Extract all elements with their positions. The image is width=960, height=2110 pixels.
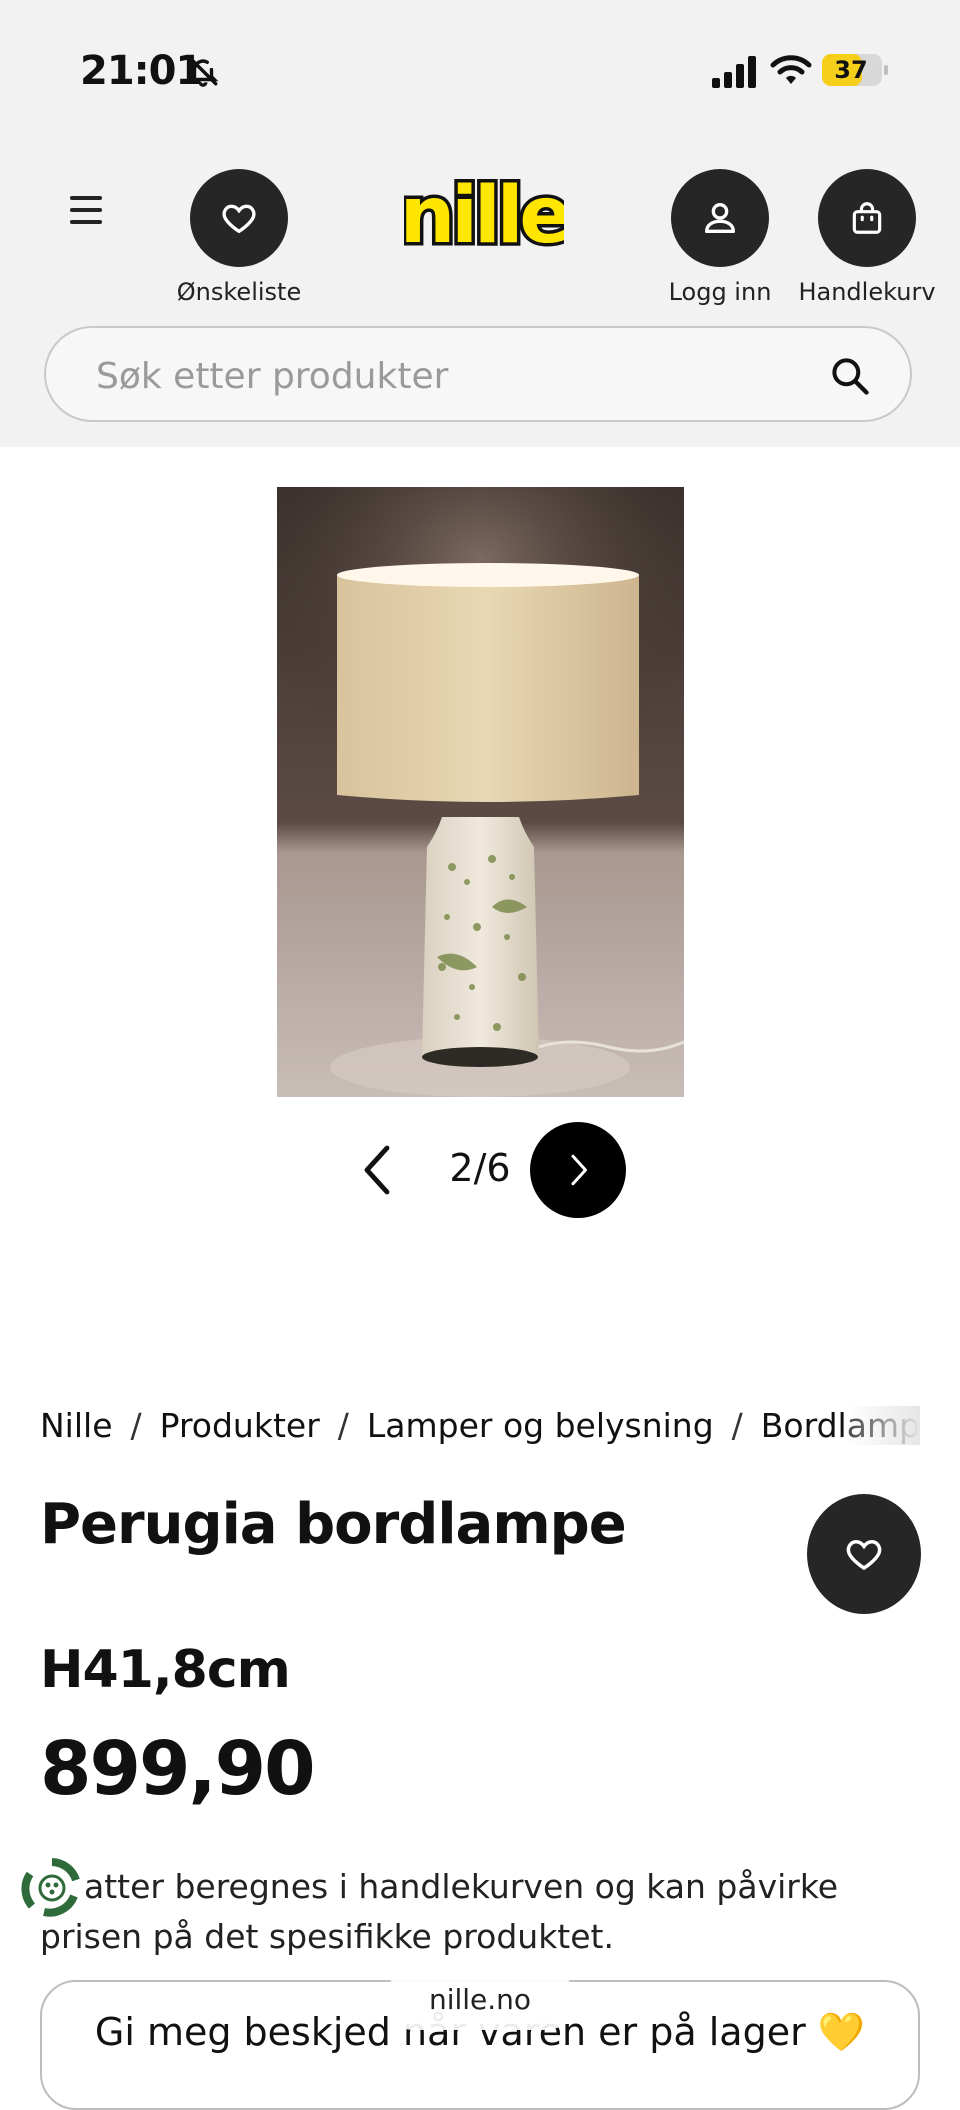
breadcrumb-nille[interactable]: Nille bbox=[40, 1406, 113, 1445]
breadcrumb-produkter[interactable]: Produkter bbox=[160, 1406, 320, 1445]
breadcrumb-lamper[interactable]: Lamper og belysning bbox=[367, 1406, 714, 1445]
next-image-button[interactable] bbox=[530, 1122, 626, 1218]
nille-logo[interactable]: nille bbox=[404, 176, 564, 260]
recycle-badge-icon[interactable] bbox=[18, 1854, 86, 1922]
chevron-left-icon bbox=[364, 1145, 390, 1195]
search-icon[interactable] bbox=[828, 354, 872, 398]
battery-icon: 37 bbox=[822, 54, 888, 86]
wishlist-label[interactable]: Ønskeliste bbox=[159, 278, 319, 306]
shopping-bag-icon bbox=[852, 202, 882, 234]
product-size: H41,8cm bbox=[40, 1640, 291, 1700]
menu-button[interactable] bbox=[70, 196, 114, 236]
logo-text: nille bbox=[404, 176, 564, 260]
add-to-wishlist-button[interactable] bbox=[807, 1494, 921, 1614]
bell-slash-icon bbox=[188, 56, 219, 87]
search-input[interactable] bbox=[94, 346, 798, 406]
login-button[interactable] bbox=[671, 169, 769, 267]
status-time: 21:01 bbox=[80, 48, 203, 94]
cart-label[interactable]: Handlekurv bbox=[787, 278, 947, 306]
previous-image-button[interactable] bbox=[354, 1140, 404, 1200]
user-icon bbox=[705, 203, 735, 233]
price-info-text: atter beregnes i handlekurven og kan påv… bbox=[40, 1867, 839, 1956]
signal-icon bbox=[712, 56, 756, 88]
product-image[interactable] bbox=[277, 487, 684, 1097]
search-bar bbox=[44, 326, 912, 422]
battery-level: 37 bbox=[834, 56, 868, 84]
product-title: Perugia bordlampe bbox=[40, 1492, 627, 1557]
chevron-right-icon bbox=[571, 1154, 587, 1186]
login-label[interactable]: Logg inn bbox=[640, 278, 800, 306]
hamburger-icon bbox=[70, 196, 102, 200]
breadcrumb: Nille / Produkter / Lamper og belysning / Bord… bbox=[40, 1406, 920, 1445]
wifi-icon bbox=[770, 55, 812, 84]
cart-button[interactable] bbox=[818, 169, 916, 267]
heart-icon bbox=[222, 204, 256, 234]
heart-icon bbox=[846, 1539, 882, 1571]
wishlist-button[interactable] bbox=[190, 169, 288, 267]
product-price: 899,90 bbox=[40, 1726, 316, 1812]
browser-url[interactable]: nille.no bbox=[384, 1970, 576, 2030]
image-pager: 2/6 bbox=[449, 1146, 511, 1190]
